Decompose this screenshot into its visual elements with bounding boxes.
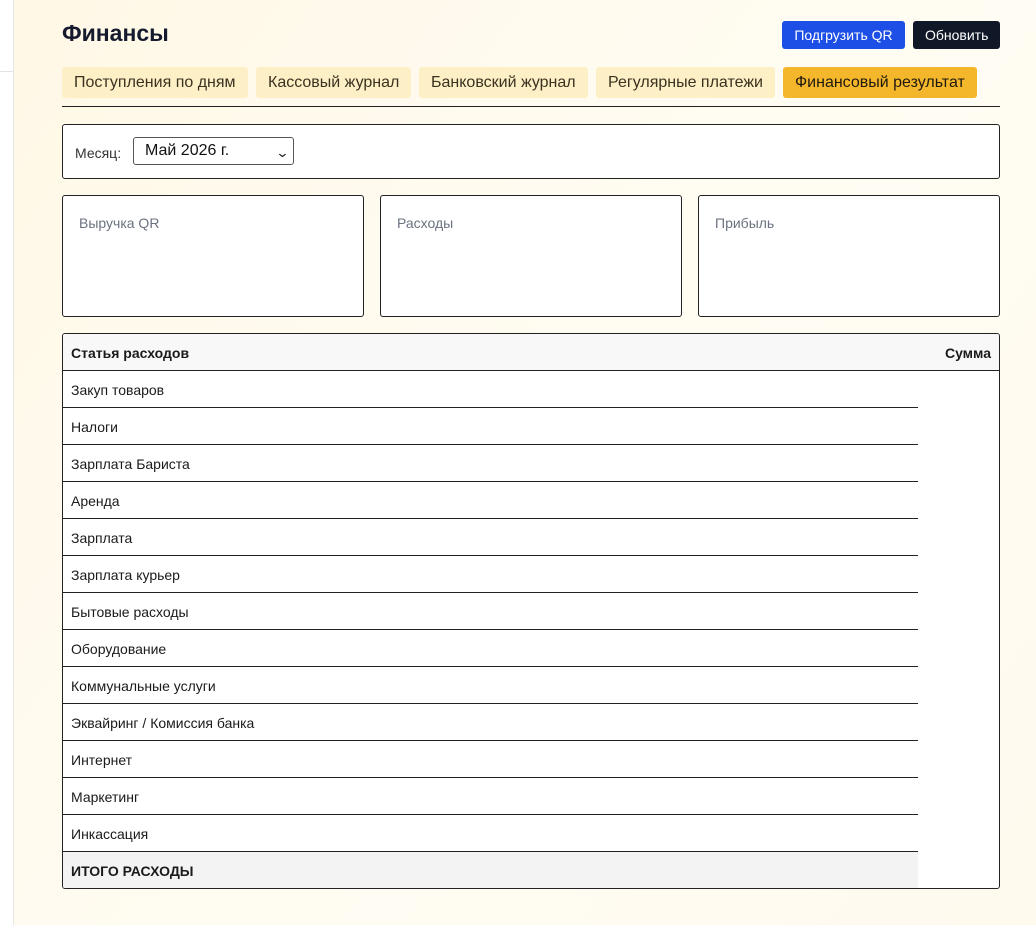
refresh-button[interactable]: Обновить: [913, 21, 1000, 49]
row-label: Налоги: [71, 419, 118, 435]
table-row: Зарплата: [63, 519, 918, 556]
card-label: Прибыль: [715, 215, 775, 231]
tab-bank-journal[interactable]: Банковский журнал: [419, 67, 588, 98]
month-select-value: Май 2026 г.: [145, 142, 230, 159]
table-row: Налоги: [63, 408, 918, 445]
card-expenses: Расходы: [380, 195, 682, 317]
table-row: Эквайринг / Комиссия банка: [63, 704, 918, 741]
tab-daily-income[interactable]: Поступления по дням: [62, 67, 248, 98]
chevron-down-icon: ⌄: [275, 145, 290, 160]
total-row: ИТОГО РАСХОДЫ: [63, 852, 918, 888]
tab-cash-journal[interactable]: Кассовый журнал: [256, 67, 412, 98]
upload-qr-button[interactable]: Подгрузить QR: [782, 21, 905, 49]
table-row: Зарплата Бариста: [63, 445, 918, 482]
row-label: Зарплата: [71, 530, 133, 546]
table-row: Инкассация: [63, 815, 918, 852]
column-header-sum: Сумма: [944, 345, 991, 361]
table-row: Аренда: [63, 482, 918, 519]
table-row: Коммунальные услуги: [63, 667, 918, 704]
row-label: Закуп товаров: [71, 382, 165, 398]
page-title: Финансы: [62, 20, 169, 46]
row-label: Зарплата курьер: [71, 567, 180, 583]
total-label: ИТОГО РАСХОДЫ: [71, 863, 194, 879]
card-profit: Прибыль: [698, 195, 1000, 317]
row-label: Оборудование: [71, 641, 167, 657]
row-label: Аренда: [71, 493, 120, 509]
expenses-table: Статья расходов Сумма Закуп товаров Нало…: [62, 333, 1000, 889]
row-label: Зарплата Бариста: [71, 456, 190, 472]
tabs-divider: [62, 106, 1000, 107]
table-row: Маркетинг: [63, 778, 918, 815]
month-label: Месяц:: [75, 145, 122, 161]
card-label: Выручка QR: [79, 215, 160, 231]
sidebar-edge: [0, 0, 14, 925]
table-header: Статья расходов Сумма: [63, 334, 999, 371]
table-row: Закуп товаров: [63, 371, 918, 408]
row-label: Интернет: [71, 752, 133, 768]
card-revenue-qr: Выручка QR: [62, 195, 364, 317]
card-label: Расходы: [397, 215, 454, 231]
month-select[interactable]: Май 2026 г. ⌄: [133, 137, 294, 165]
row-label: Бытовые расходы: [71, 604, 189, 620]
filter-panel: Месяц: Май 2026 г. ⌄: [62, 124, 1000, 179]
tab-financial-result[interactable]: Финансовый результат: [783, 67, 977, 98]
row-label: Инкассация: [71, 826, 149, 842]
table-row: Интернет: [63, 741, 918, 778]
row-label: Коммунальные услуги: [71, 678, 216, 694]
tab-regular-payments[interactable]: Регулярные платежи: [596, 67, 775, 98]
table-row: Зарплата курьер: [63, 556, 918, 593]
row-label: Маркетинг: [71, 789, 140, 805]
column-header-item: Статья расходов: [71, 345, 190, 361]
tabs: Поступления по дням Кассовый журнал Банк…: [62, 67, 1000, 99]
table-row: Бытовые расходы: [63, 593, 918, 630]
row-label: Эквайринг / Комиссия банка: [71, 715, 255, 731]
main-area: Финансы Подгрузить QR Обновить Поступлен…: [14, 0, 1036, 925]
table-row: Оборудование: [63, 630, 918, 667]
